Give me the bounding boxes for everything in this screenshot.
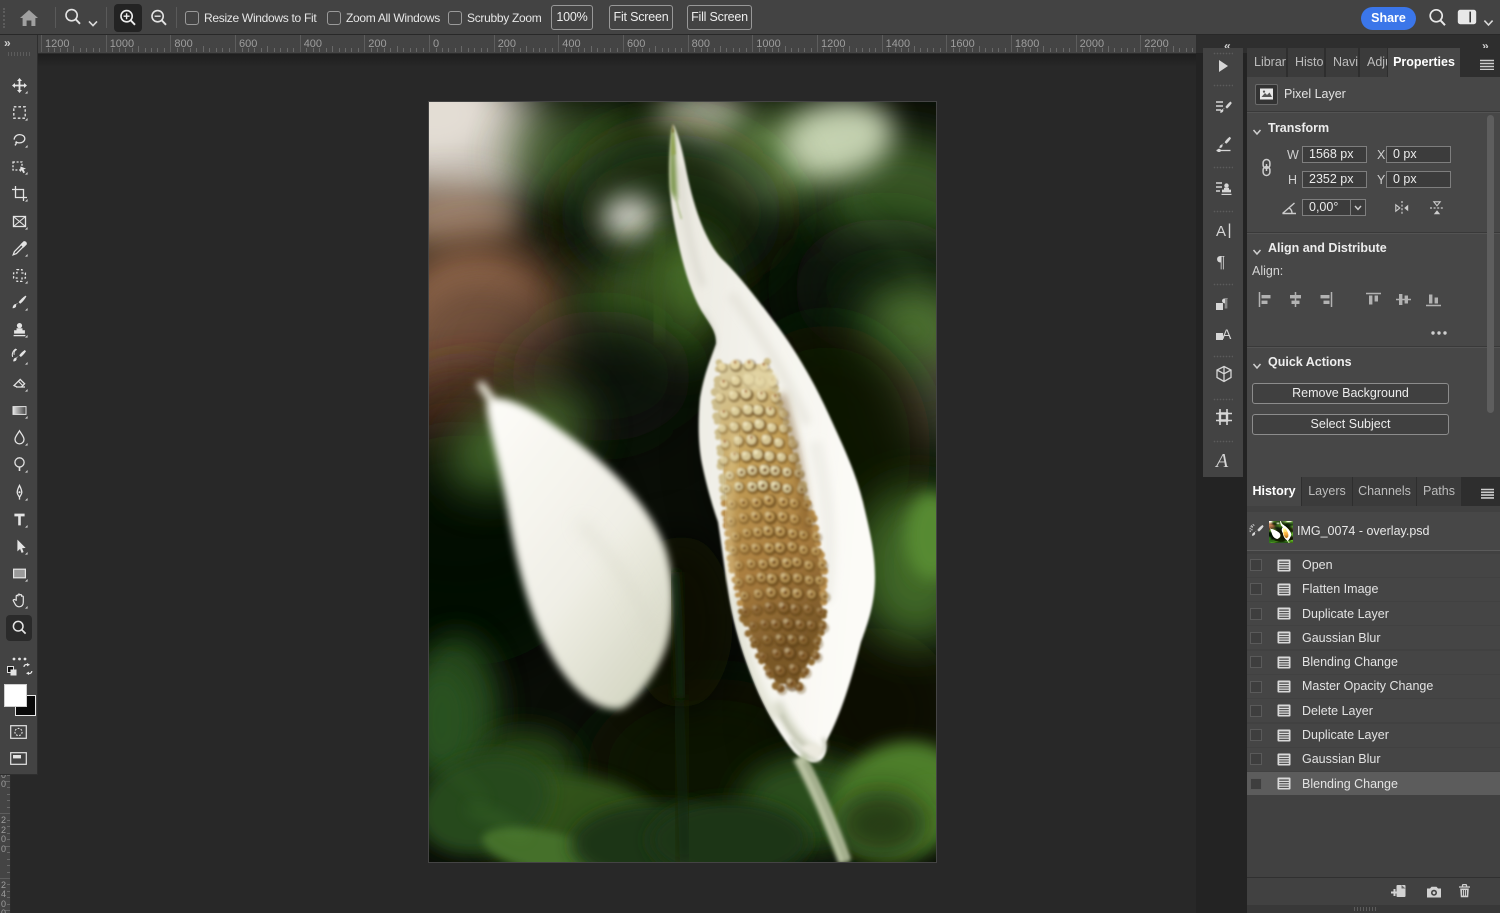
svg-text:A: A [1222,326,1232,342]
svg-text:A: A [1216,223,1226,240]
svg-text:¶: ¶ [1217,252,1225,270]
svg-text:¶: ¶ [1222,295,1228,310]
svg-text:A: A [1214,450,1229,471]
